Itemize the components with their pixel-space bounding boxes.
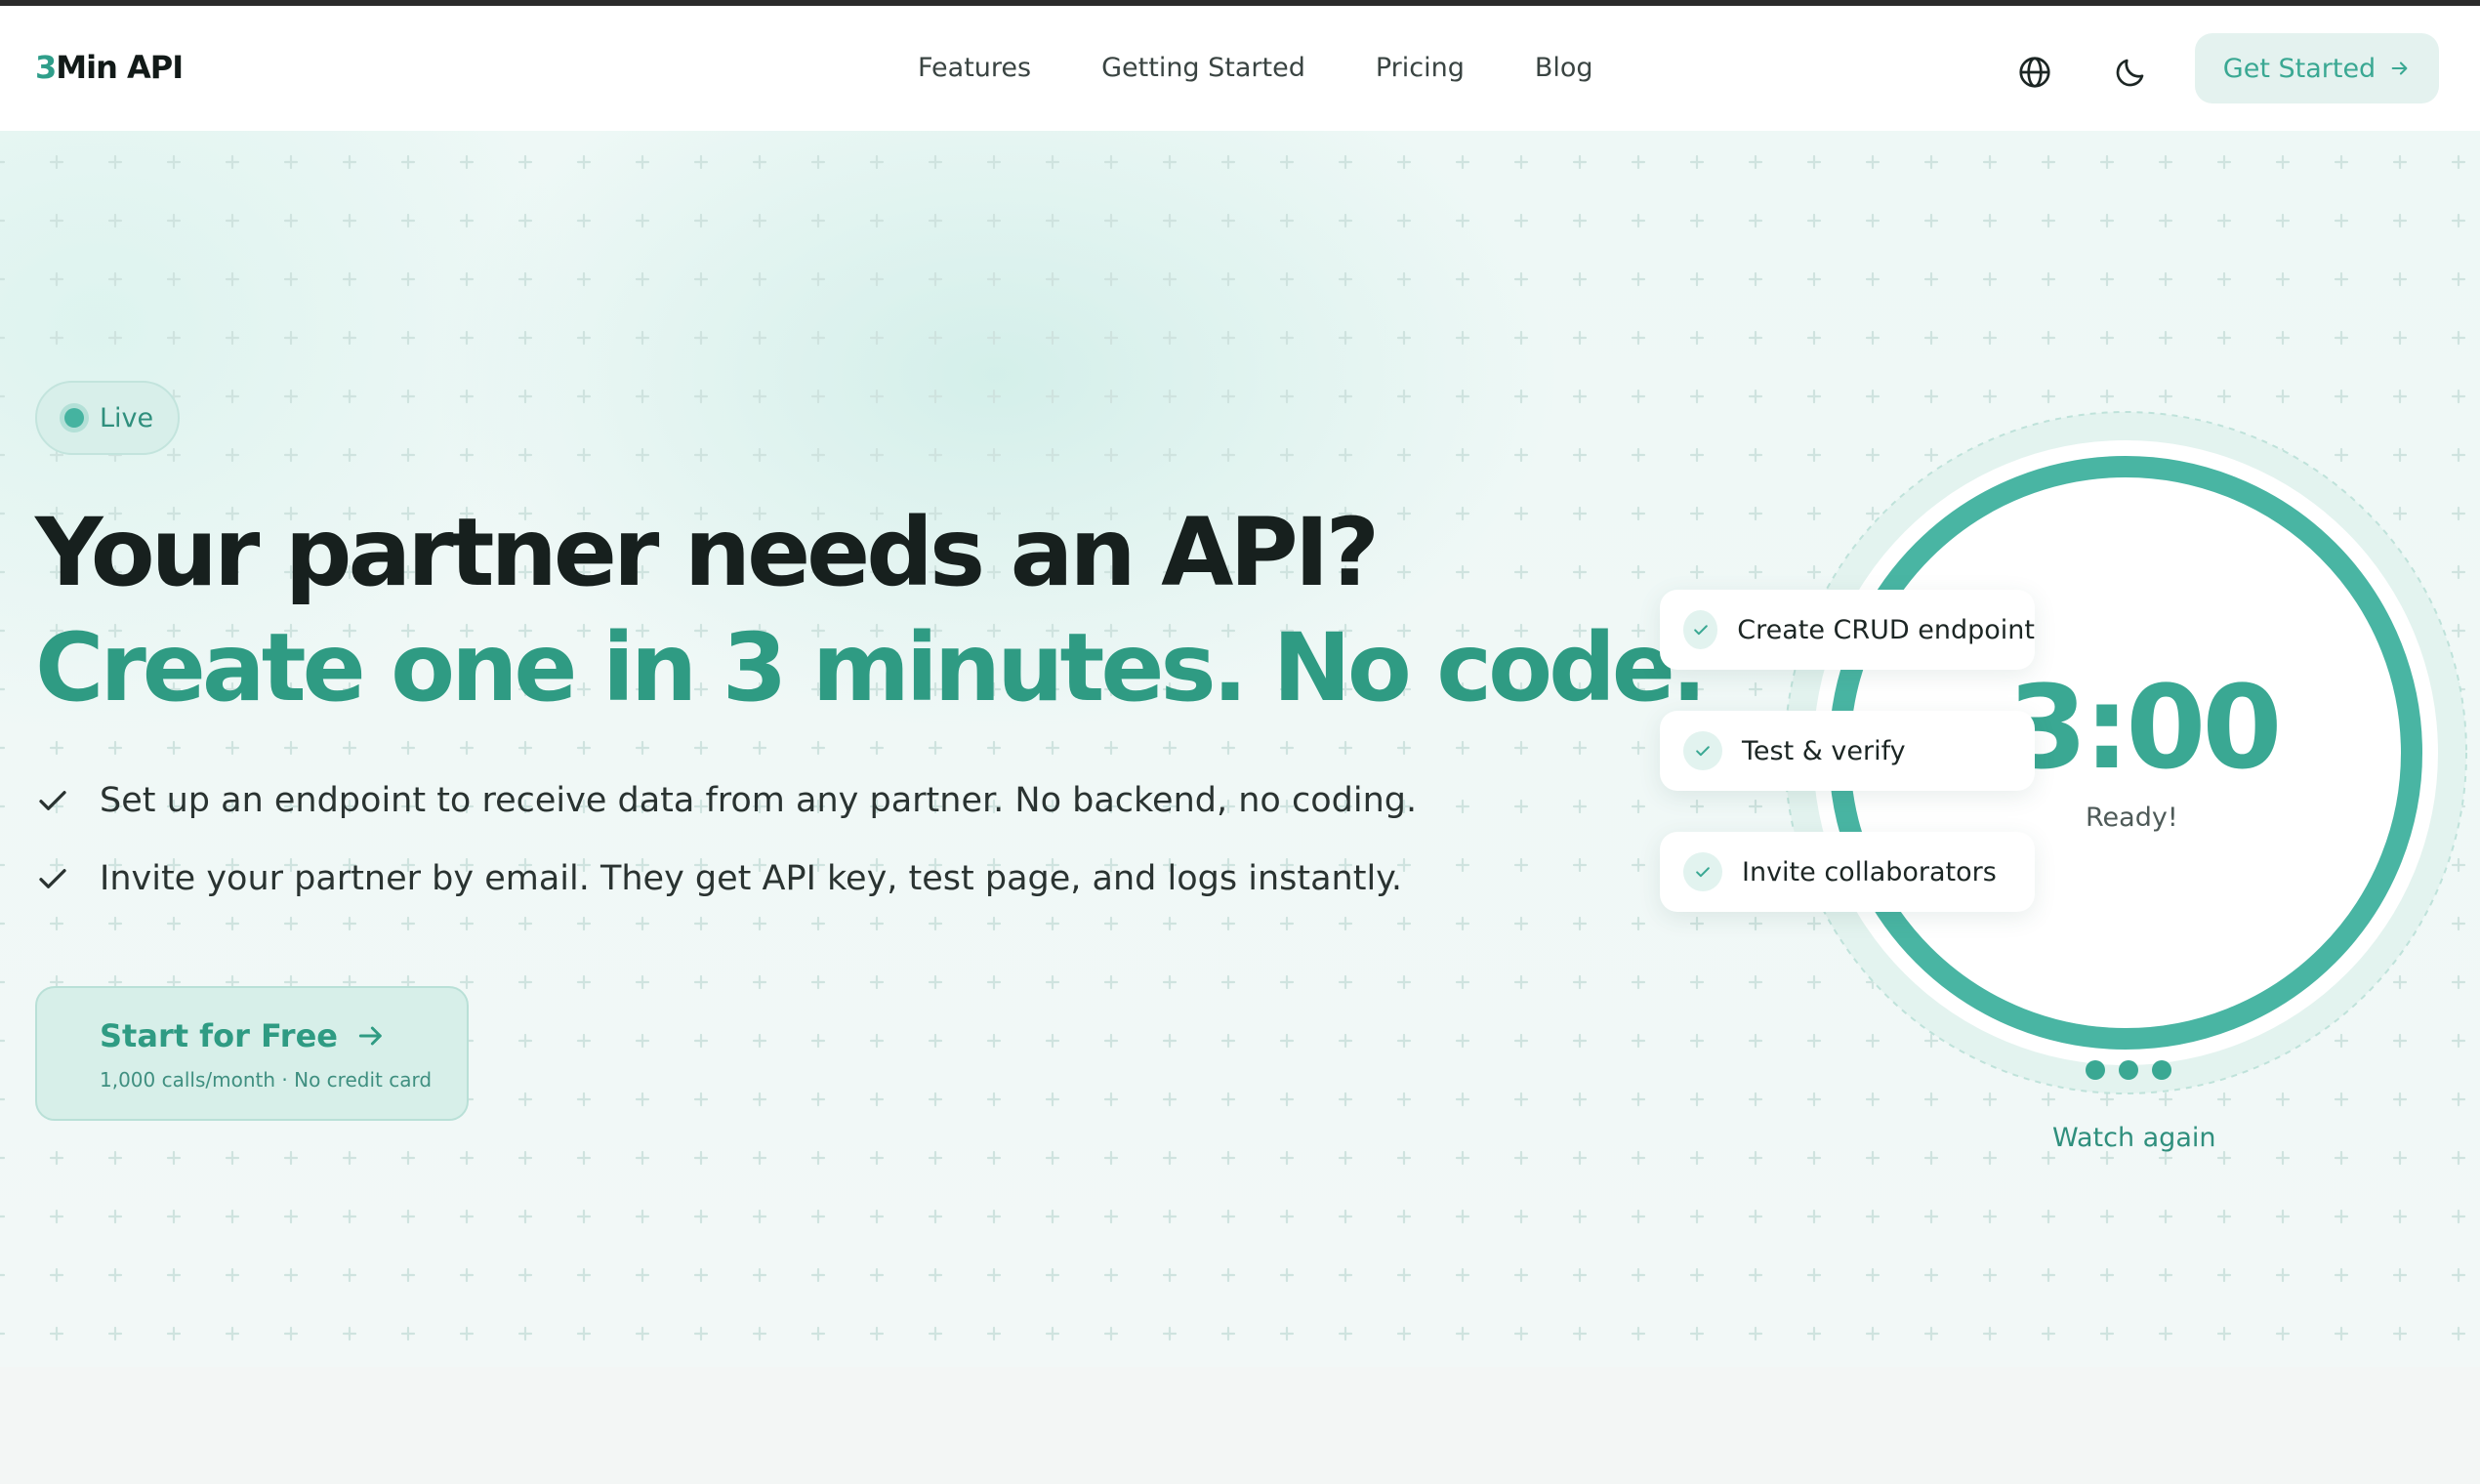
start-for-free-button[interactable]: Start for Free 1,000 calls/month · No cr…	[35, 986, 469, 1121]
checkmark-icon	[39, 791, 66, 810]
navbar: 3Min API Features Getting Started Pricin…	[0, 6, 2480, 131]
live-dot-icon	[64, 408, 84, 428]
get-started-label: Get Started	[2222, 53, 2377, 84]
nav-link-blog[interactable]: Blog	[1535, 53, 1593, 83]
step-dot[interactable]	[2152, 1060, 2171, 1080]
step-card-test-verify[interactable]: Test & verify	[1660, 711, 2035, 791]
step-card-invite-collaborators[interactable]: Invite collaborators	[1660, 832, 2035, 912]
step-check-icon	[1683, 610, 1718, 649]
arrow-right-icon	[2391, 62, 2408, 75]
step-dot[interactable]	[2119, 1060, 2138, 1080]
nav-link-pricing[interactable]: Pricing	[1376, 53, 1465, 83]
checkmark-icon	[39, 869, 66, 888]
step-dot[interactable]	[2086, 1060, 2105, 1080]
step-check-icon	[1683, 731, 1722, 770]
step-label: Create CRUD endpoint	[1737, 614, 2035, 645]
globe-icon[interactable]	[2017, 55, 2052, 90]
live-badge: Live	[35, 381, 180, 455]
feature-bullet-text: Invite your partner by email. They get A…	[100, 859, 1403, 898]
step-indicator-dots	[2086, 1060, 2171, 1080]
get-started-button[interactable]: Get Started	[2195, 33, 2439, 103]
step-label: Invite collaborators	[1742, 856, 1997, 887]
moon-icon[interactable]	[2113, 55, 2148, 90]
start-for-free-label-row: Start for Free	[100, 1017, 387, 1054]
nav-link-features[interactable]: Features	[918, 53, 1031, 83]
live-label: Live	[100, 402, 154, 433]
start-for-free-subtext: 1,000 calls/month · No credit card	[100, 1068, 433, 1092]
start-for-free-label: Start for Free	[100, 1017, 338, 1054]
hero-headline: Your partner needs an API?	[35, 498, 1380, 607]
logo-number: 3	[35, 49, 57, 86]
bottom-band	[0, 1367, 2480, 1484]
timer-status: Ready!	[2086, 803, 2178, 833]
timer-value: 3:00	[2007, 660, 2283, 795]
logo-text: Min API	[56, 49, 184, 86]
feature-bullet: Set up an endpoint to receive data from …	[35, 781, 1417, 820]
nav-links: Features Getting Started Pricing Blog	[918, 53, 1593, 83]
arrow-right-icon	[358, 1026, 382, 1046]
step-check-icon	[1683, 852, 1722, 891]
feature-bullet-text: Set up an endpoint to receive data from …	[100, 781, 1418, 820]
feature-bullet: Invite your partner by email. They get A…	[35, 859, 1402, 898]
watch-again-link[interactable]: Watch again	[2052, 1123, 2215, 1153]
hero-subheadline: Create one in 3 minutes. No code.	[35, 613, 1707, 722]
step-card-create-endpoint[interactable]: Create CRUD endpoint	[1660, 590, 2035, 670]
logo[interactable]: 3Min API	[35, 49, 184, 86]
step-label: Test & verify	[1742, 735, 1906, 766]
nav-link-getting-started[interactable]: Getting Started	[1101, 53, 1305, 83]
